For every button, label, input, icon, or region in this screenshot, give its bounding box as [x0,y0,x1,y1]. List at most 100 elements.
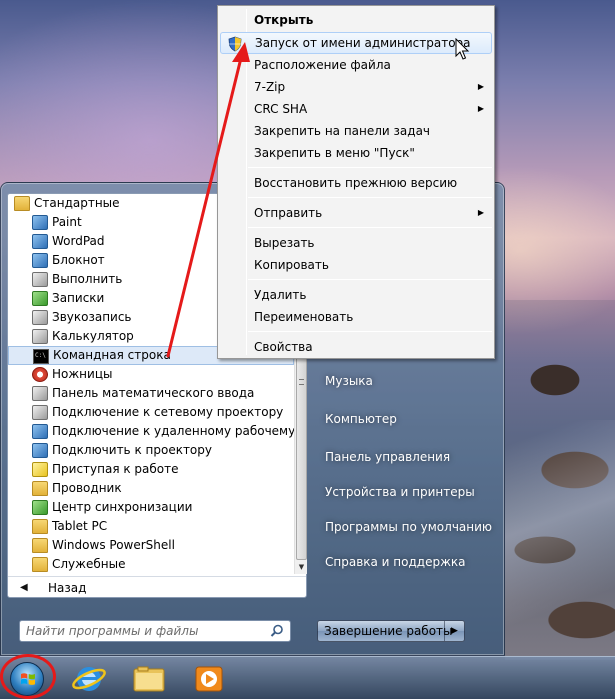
grip-icon [299,379,304,385]
folder-icon [133,666,165,692]
program-label: Центр синхронизации [52,500,193,514]
context-menu: Открыть Запуск от имени администратора Р… [217,5,495,359]
program-label: Командная строка [53,348,171,362]
sync-center-icon [32,500,48,515]
menu-label: Удалить [254,288,307,302]
sound-recorder-icon [32,310,48,325]
menu-label: 7-Zip [254,80,286,94]
submenu-arrow-icon: ▶ [477,82,484,91]
back-button[interactable]: ◀ Назад [8,576,306,598]
folder-label: Стандартные [34,196,120,210]
menu-separator [248,227,492,228]
program-label: Блокнот [52,253,105,267]
program-explorer[interactable]: Проводник [8,479,294,498]
program-label: Подключить к проектору [52,443,212,457]
menu-item-crc-sha[interactable]: CRC SHA ▶ [220,98,492,120]
start-button-highlight [0,654,56,699]
math-input-icon [32,386,48,401]
shutdown-button[interactable]: Завершение работы ▶ [317,620,465,642]
taskbar-media-player[interactable] [182,661,236,697]
menu-item-pin-start[interactable]: Закрепить в меню "Пуск" [220,142,492,164]
menu-label: CRC SHA [254,102,308,116]
program-label: Приступая к работе [52,462,179,476]
menu-separator [248,331,492,332]
program-label: Записки [52,291,105,305]
menu-separator [248,279,492,280]
right-item-computer[interactable]: Компьютер [319,408,499,430]
getting-started-icon [32,462,48,477]
right-item-music[interactable]: Музыка [319,370,499,392]
explorer-icon [32,481,48,496]
program-label: Подключение к удаленному рабочему столу [52,424,294,438]
submenu-arrow-icon: ▶ [477,208,484,217]
menu-item-file-location[interactable]: Расположение файла [220,54,492,76]
program-label: Windows PowerShell [52,538,175,552]
sticky-notes-icon [32,291,48,306]
menu-item-open[interactable]: Открыть [220,9,492,31]
search-input[interactable]: Найти программы и файлы [19,620,291,642]
menu-item-delete[interactable]: Удалить [220,284,492,306]
right-item-control-panel[interactable]: Панель управления [319,446,499,468]
menu-item-7zip[interactable]: 7-Zip ▶ [220,76,492,98]
program-snipping-tool[interactable]: Ножницы [8,365,294,384]
run-icon [32,272,48,287]
folder-icon [32,557,48,572]
program-projector[interactable]: Подключить к проектору [8,441,294,460]
wordpad-icon [32,234,48,249]
program-network-projector[interactable]: Подключение к сетевому проектору [8,403,294,422]
menu-item-copy[interactable]: Копировать [220,254,492,276]
menu-label: Свойства [254,340,313,354]
taskbar-windows-explorer[interactable] [122,661,176,697]
shutdown-options-arrow-icon[interactable]: ▶ [444,621,464,641]
wallpaper-water [505,420,615,640]
program-getting-started[interactable]: Приступая к работе [8,460,294,479]
menu-item-rename[interactable]: Переименовать [220,306,492,328]
snipping-tool-icon [32,367,48,382]
taskbar [0,656,615,699]
program-label: Ножницы [52,367,113,381]
folder-powershell[interactable]: Windows PowerShell [8,536,294,555]
menu-item-properties[interactable]: Свойства [220,336,492,358]
right-item-devices-printers[interactable]: Устройства и принтеры [319,481,499,503]
scroll-down-icon[interactable]: ▼ [295,560,308,574]
program-label: WordPad [52,234,105,248]
menu-label: Отправить [254,206,323,220]
menu-item-restore-version[interactable]: Восстановить прежнюю версию [220,172,492,194]
menu-separator [248,197,492,198]
program-label: Звукозапись [52,310,132,324]
back-label: Назад [48,581,87,595]
menu-item-send-to[interactable]: Отправить ▶ [220,202,492,224]
back-arrow-icon: ◀ [20,582,28,593]
paint-icon [32,215,48,230]
calculator-icon [32,329,48,344]
shutdown-label: Завершение работы [324,624,453,638]
program-label: Калькулятор [52,329,134,343]
right-item-default-programs[interactable]: Программы по умолчанию [319,516,499,538]
mouse-cursor-icon [455,38,470,60]
program-remote-desktop[interactable]: Подключение к удаленному рабочему столу [8,422,294,441]
menu-label: Закрепить на панели задач [254,124,431,138]
program-math-input[interactable]: Панель математического ввода [8,384,294,403]
notepad-icon [32,253,48,268]
folder-tablet-pc[interactable]: Tablet PC [8,517,294,536]
menu-label: Расположение файла [254,58,391,72]
menu-label: Переименовать [254,310,354,324]
search-icon[interactable] [270,624,284,638]
menu-label: Закрепить в меню "Пуск" [254,146,415,160]
taskbar-internet-explorer[interactable] [62,661,116,697]
right-item-help-support[interactable]: Справка и поддержка [319,551,499,573]
program-label: Tablet PC [52,519,108,533]
media-player-icon [195,666,223,692]
program-label: Служебные [52,557,126,571]
remote-desktop-icon [32,424,48,439]
menu-label: Вырезать [254,236,315,250]
folder-icon [32,538,48,553]
menu-label: Открыть [254,13,314,27]
folder-system-tools[interactable]: Служебные [8,555,294,574]
menu-item-pin-taskbar[interactable]: Закрепить на панели задач [220,120,492,142]
menu-item-run-as-admin[interactable]: Запуск от имени администратора [220,32,492,54]
menu-item-cut[interactable]: Вырезать [220,232,492,254]
program-label: Paint [52,215,82,229]
cmd-icon: C:\ [33,349,49,364]
program-sync-center[interactable]: Центр синхронизации [8,498,294,517]
